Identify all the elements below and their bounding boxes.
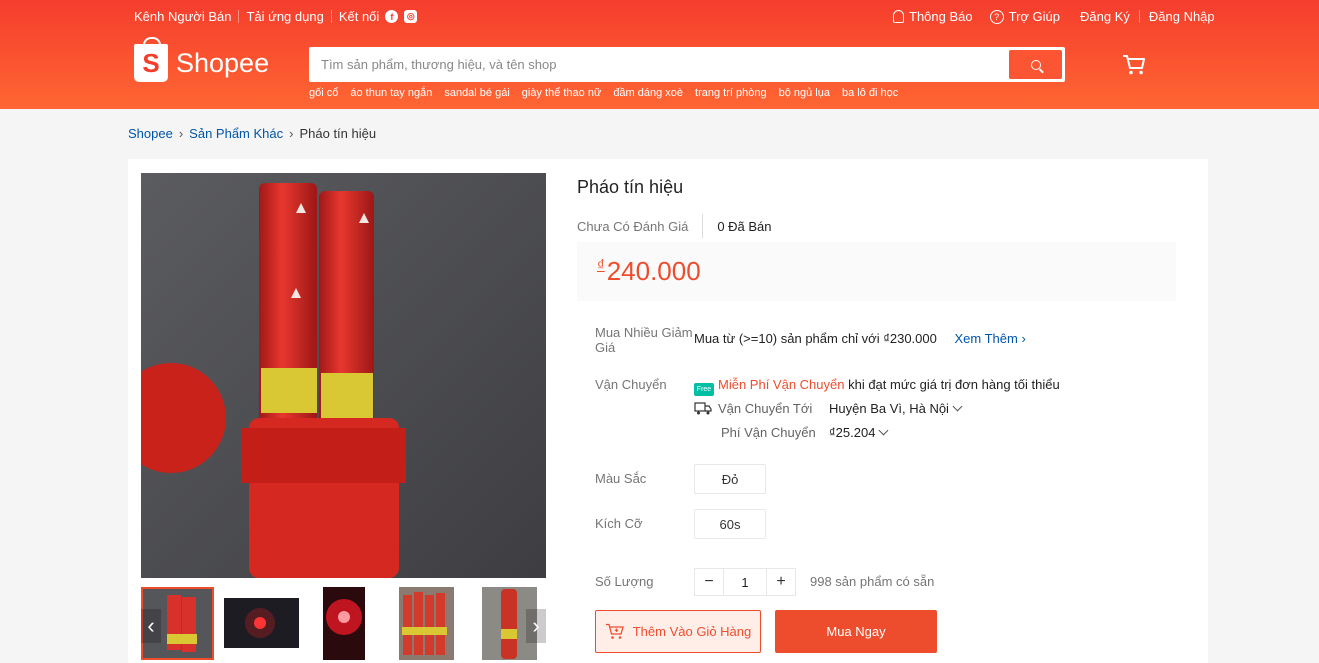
cart-icon[interactable] [1122,54,1146,76]
site-header: Kênh Người Bán Tải ứng dụng Kết nối f ◎ … [0,0,1319,109]
ship-to-row: Vận Chuyển Tới [694,401,812,416]
stock-available: 998 sản phẩm có sẵn [810,574,935,589]
buy-now-button[interactable]: Mua Ngay [775,610,937,653]
chevron-down-icon [878,425,889,436]
product-main-image[interactable] [141,173,546,578]
login-link[interactable]: Đăng Nhập [1149,9,1215,24]
breadcrumb-item[interactable]: Sản Phẩm Khác [189,126,283,141]
bulk-discount-value: Mua từ (>=10) sản phẩm chỉ với ₫230.000 [694,331,937,346]
breadcrumb-current: Pháo tín hiệu [299,126,377,141]
next-image-button[interactable]: › [526,609,546,643]
product-card: ‹ › Pháo tín hiệu Chưa Có Đánh Giá 0 Đã … [128,159,1208,663]
search-button[interactable] [1009,50,1062,79]
suggestion-link[interactable]: trang trí phòng [695,87,767,99]
help-icon: ? [989,9,1004,24]
thumbnail-image[interactable] [399,587,454,660]
divider [330,10,332,23]
suggestion-link[interactable]: sandal bé gái [444,87,509,99]
free-shipping-text: Miễn Phí Vận Chuyển [718,377,845,392]
suggestion-link[interactable]: đầm dáng xoè [613,87,683,99]
quantity-decrease-button[interactable]: − [695,569,723,595]
quantity-stepper: − 1 + [694,568,796,596]
register-link[interactable]: Đăng Ký [1080,9,1130,24]
download-app-link[interactable]: Tải ứng dụng [246,9,323,24]
price-panel: ₫240.000 [577,242,1176,301]
divider [238,10,240,23]
connect-label: Kết nối [338,9,380,24]
divider [1138,10,1140,23]
top-bar: Kênh Người Bán Tải ứng dụng Kết nối f ◎ … [0,0,1319,34]
product-price: ₫240.000 [597,256,701,287]
bulk-discount-text: Mua từ (>=10) sản phẩm chỉ với ₫230.000 … [694,331,1026,346]
price-value: 240.000 [606,256,701,286]
free-shipping-condition: khi đạt mức giá trị đơn hàng tối thiểu [848,377,1060,392]
quantity-increase-button[interactable]: + [767,569,795,595]
add-cart-icon [605,623,624,639]
shopee-logo[interactable]: S Shopee [134,37,270,82]
rating-text: Chưa Có Đánh Giá [577,218,689,234]
ship-fee-value: ₫25.204 [829,425,876,440]
ship-to-value: Huyện Ba Vì, Hà Nội [829,401,949,416]
size-label: Kích Cỡ [595,516,643,531]
ship-to-select[interactable]: Huyện Ba Vì, Hà Nội [829,401,963,416]
thumbnail-image[interactable] [323,587,365,660]
color-option-red[interactable]: Đỏ [694,464,766,494]
quantity-label: Số Lượng [595,574,654,589]
search-icon [1030,59,1041,70]
color-label: Màu Sắc [595,471,647,486]
suggestion-link[interactable]: áo thun tay ngắn [350,87,432,99]
logo-text: Shopee [176,47,270,78]
facebook-icon[interactable]: f [385,10,399,23]
suggestion-link[interactable]: giày thể thao nữ [522,87,602,99]
breadcrumb: Shopee › Sản Phẩm Khác › Pháo tín hiệu [128,126,376,141]
ship-fee-select[interactable]: ₫25.204 [829,425,889,440]
breadcrumb-item[interactable]: Shopee [128,126,173,141]
divider [702,214,704,238]
add-to-cart-label: Thêm Vào Giỏ Hàng [632,624,752,639]
free-shipping-icon: Free [694,383,714,396]
product-stats: Chưa Có Đánh Giá 0 Đã Bán [577,214,772,238]
sold-count: 0 Đã Bán [717,218,772,234]
add-to-cart-button[interactable]: Thêm Vào Giỏ Hàng [595,610,761,653]
bulk-discount-label: Mua Nhiều Giảm Giá [595,325,693,355]
shipping-label: Vận Chuyển [595,377,667,392]
chevron-down-icon [952,401,963,412]
quantity-input[interactable]: 1 [723,569,767,595]
search-input[interactable] [309,47,1007,82]
seller-channel-link[interactable]: Kênh Người Bán [134,9,231,24]
suggestion-link[interactable]: ba lô đi học [842,87,898,99]
shopping-bag-icon: S [134,37,168,82]
see-more-link[interactable]: Xem Thêm › [955,331,1026,346]
instagram-icon[interactable]: ◎ [404,10,418,23]
ship-fee-label: Phí Vận Chuyển [721,425,816,440]
product-title: Pháo tín hiệu [577,177,684,197]
currency-symbol: ₫ [597,257,605,274]
chevron-right-icon: › [289,126,294,141]
prev-image-button[interactable]: ‹ [141,609,161,643]
see-more-label: Xem Thêm [954,331,1018,346]
ship-to-label: Vận Chuyển Tới [718,401,813,416]
search-suggestions: gối cổ áo thun tay ngắn sandal bé gái gi… [309,87,910,99]
bell-icon [893,10,904,23]
help-link[interactable]: Trợ Giúp [1009,9,1060,24]
chevron-right-icon: › [1021,331,1026,346]
suggestion-link[interactable]: bộ ngủ lụa [779,87,830,99]
size-option-60s[interactable]: 60s [694,509,766,539]
thumbnail-strip: ‹ › [141,587,546,663]
thumbnail-image[interactable] [224,598,299,648]
notifications-link[interactable]: Thông Báo [909,9,973,24]
chevron-right-icon: › [178,126,184,141]
truck-icon [694,402,712,415]
search-bar [309,47,1065,82]
suggestion-link[interactable]: gối cổ [309,87,338,99]
free-shipping-row: Free Miễn Phí Vận Chuyển khi đạt mức giá … [694,377,1060,396]
